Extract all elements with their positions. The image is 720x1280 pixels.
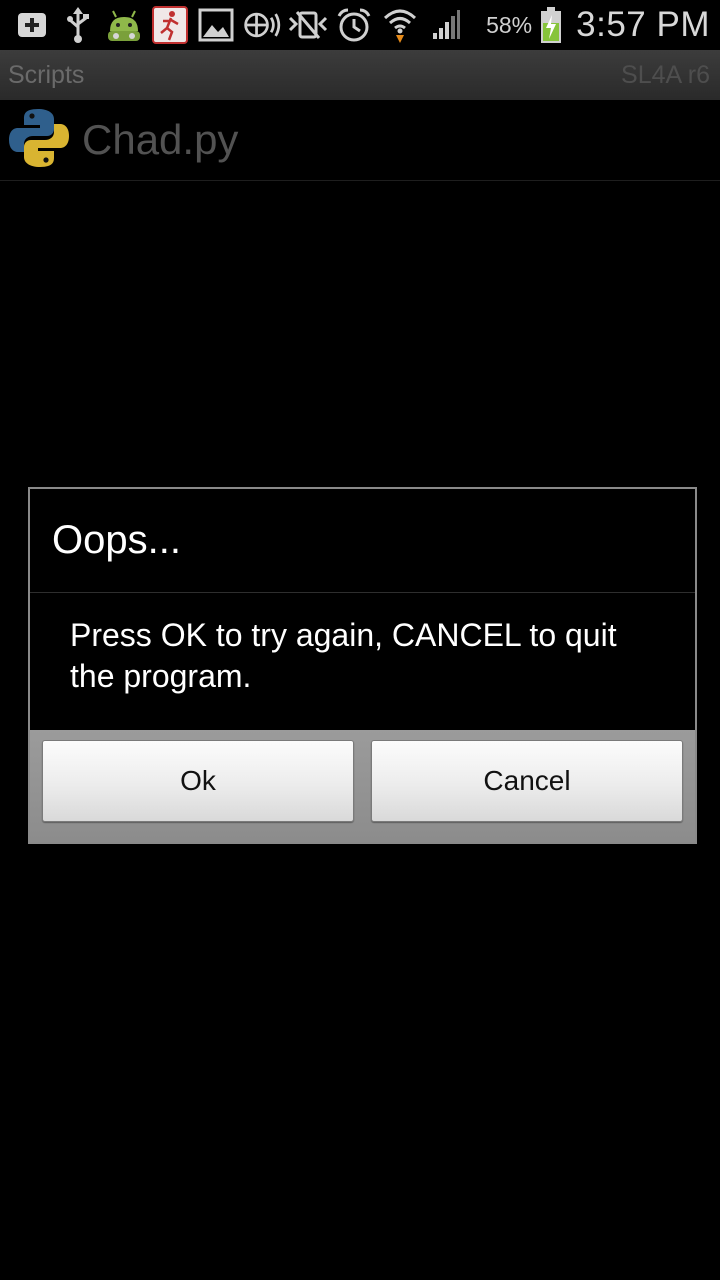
nfc-icon (242, 5, 282, 45)
usb-icon (58, 5, 98, 45)
dialog-title: Oops... (30, 489, 695, 593)
android-debug-icon (104, 5, 144, 45)
list-item[interactable]: Chad.py (0, 100, 720, 181)
page-title: Scripts (8, 60, 85, 89)
battery-percent: 58% (486, 11, 533, 38)
app-version: SL4A r6 (621, 60, 710, 89)
app-title-bar: Scripts SL4A r6 (0, 50, 720, 100)
battery-charging-icon (538, 5, 564, 45)
python-icon (6, 105, 82, 176)
alert-dialog: Oops... Press OK to try again, CANCEL to… (28, 487, 697, 844)
alarm-icon (334, 5, 374, 45)
ok-button[interactable]: Ok (42, 740, 354, 822)
dialog-message: Press OK to try again, CANCEL to quit th… (70, 617, 617, 694)
clock: 3:57 PM (576, 5, 710, 44)
signal-icon (426, 5, 466, 45)
vibrate-icon (288, 5, 328, 45)
add-icon (12, 5, 52, 45)
dialog-button-bar: Ok Cancel (30, 730, 695, 842)
script-name: Chad.py (82, 116, 239, 163)
wifi-icon (380, 5, 420, 45)
image-icon (196, 5, 236, 45)
running-app-icon (150, 5, 190, 45)
script-list: Chad.py (0, 100, 720, 181)
cancel-button[interactable]: Cancel (371, 740, 683, 822)
notification-icons (12, 5, 486, 45)
status-bar: 58% 3:57 PM (0, 0, 720, 50)
status-right: 58% 3:57 PM (486, 5, 710, 45)
